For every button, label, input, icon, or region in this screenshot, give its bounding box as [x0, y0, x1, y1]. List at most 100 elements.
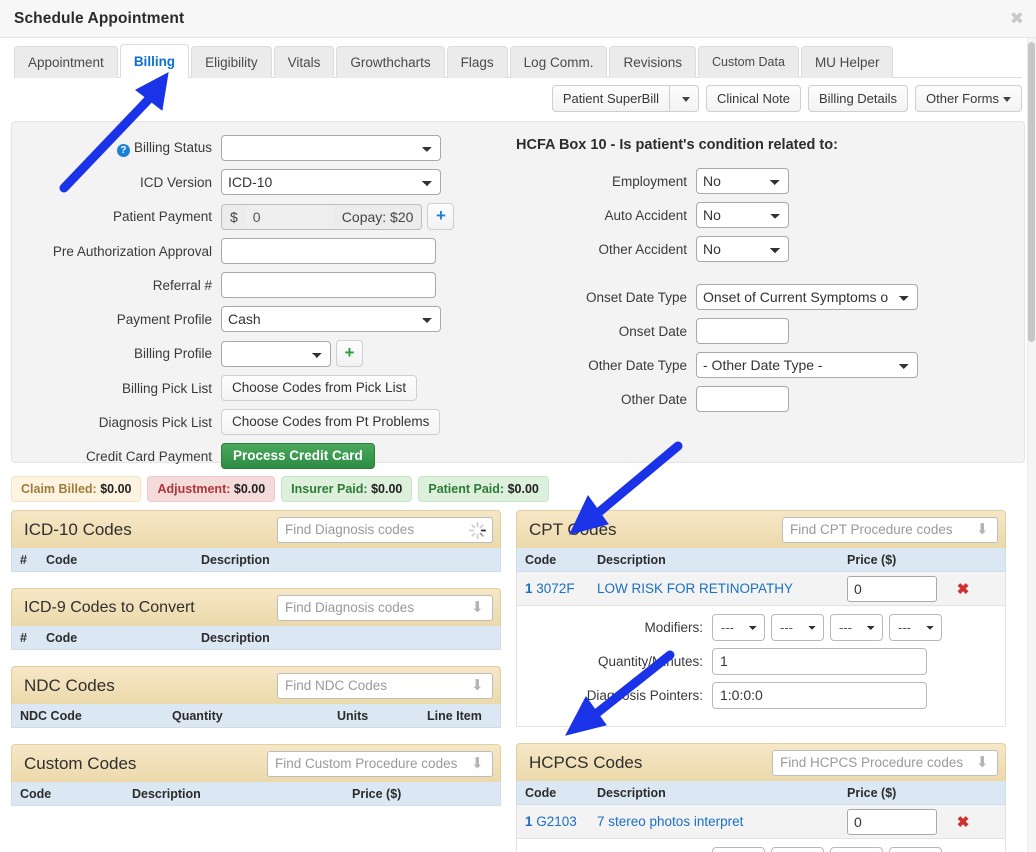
cpt-row-code[interactable]: 1 3072F [517, 581, 597, 596]
adjustment-label: Adjustment: [157, 482, 231, 496]
referral-input[interactable] [221, 272, 436, 298]
tab-billing[interactable]: Billing [119, 44, 190, 78]
superbill-dropdown-button[interactable] [669, 85, 699, 112]
tab-appointment[interactable]: Appointment [14, 46, 118, 78]
dropdown-arrow-icon: ⬇ [471, 598, 484, 616]
tab-vitals[interactable]: Vitals [273, 46, 335, 78]
tab-mu-helper[interactable]: MU Helper [800, 46, 894, 78]
dropdown-arrow-icon: ⬇ [471, 676, 484, 694]
process-credit-card-button[interactable]: Process Credit Card [221, 443, 375, 469]
hcpcs-search-input[interactable]: Find HCPCS Procedure codes [772, 749, 998, 776]
icd9-search-input[interactable]: Find Diagnosis codes [277, 594, 493, 621]
cpt-quantity-input[interactable]: 1 [712, 648, 927, 675]
tab-eligibility[interactable]: Eligibility [191, 46, 272, 78]
cpt-pointers-row: Diagnosis Pointers: 1:0:0:0 [527, 682, 995, 709]
employment-select[interactable]: No [696, 168, 789, 194]
hcpcs-modifier-1-select[interactable]: --- [712, 847, 765, 852]
icd-version-select[interactable]: ICD-10 [221, 169, 441, 195]
cpt-pointers-label: Diagnosis Pointers: [586, 688, 703, 703]
field-employment: Employment No [516, 168, 1010, 194]
cpt-row-description[interactable]: LOW RISK FOR RETINOPATHY [597, 581, 847, 596]
billing-profile-select[interactable] [221, 340, 331, 367]
cpt-modifier-1-select[interactable]: --- [712, 614, 765, 641]
cpt-modifiers-row: Modifiers: --- --- --- --- [527, 614, 995, 641]
chevron-down-icon [1003, 97, 1011, 103]
choose-codes-from-pick-list-button[interactable]: Choose Codes from Pick List [221, 375, 418, 401]
cpt-modifier-4-select[interactable]: --- [889, 614, 942, 641]
patient-paid-label: Patient Paid: [428, 482, 505, 496]
billing-status-select[interactable] [221, 135, 441, 161]
table-row[interactable]: 1 G2103 7 stereo photos interpret 0 ✖ [516, 805, 1006, 839]
tab-custom-data[interactable]: Custom Data [697, 46, 799, 78]
column-code: Code [46, 552, 78, 567]
cpt-modifier-3-select[interactable]: --- [830, 614, 883, 641]
hcpcs-price-input[interactable]: 0 [847, 808, 937, 835]
hcpcs-row-description[interactable]: 7 stereo photos interpret [597, 814, 847, 829]
credit-card-payment-label: Credit Card Payment [85, 448, 212, 464]
patient-payment-input[interactable]: 0 [245, 203, 334, 230]
hcpcs-detail-box: Modifiers: --- --- --- --- [516, 839, 1006, 852]
pre-authorization-input[interactable] [221, 238, 436, 264]
cpt-delete-icon[interactable]: ✖ [957, 581, 970, 598]
dropdown-arrow-icon: ⬇ [976, 753, 989, 771]
table-row[interactable]: 1 3072F LOW RISK FOR RETINOPATHY 0 ✖ [516, 572, 1006, 606]
tab-revisions[interactable]: Revisions [609, 46, 696, 78]
field-credit-card-payment: Credit Card Payment Process Credit Card [26, 443, 456, 469]
onset-date-type-select[interactable]: Onset of Current Symptoms o [696, 284, 918, 310]
tab-log-comm[interactable]: Log Comm. [509, 46, 608, 78]
ndc-search-input[interactable]: Find NDC Codes [277, 672, 493, 699]
panel-custom-codes: Custom Codes Find Custom Procedure codes… [11, 744, 501, 806]
cpt-table-header: Code Description Price ($) [516, 548, 1006, 572]
claim-billed-amount: $0.00 [100, 482, 132, 496]
choose-codes-from-pt-problems-button[interactable]: Choose Codes from Pt Problems [221, 409, 441, 435]
tab-flags[interactable]: Flags [446, 46, 508, 78]
payment-profile-select[interactable]: Cash [221, 306, 441, 332]
other-date-input[interactable] [696, 386, 789, 412]
diagnosis-panels-column: ICD-10 Codes Find Diagnosis codes # Code… [11, 510, 501, 852]
scrollbar-thumb[interactable] [1028, 42, 1035, 342]
tab-growthcharts[interactable]: Growthcharts [336, 46, 445, 78]
cpt-modifier-2-select[interactable]: --- [771, 614, 824, 641]
cpt-search-input[interactable]: Find CPT Procedure codes [782, 516, 998, 543]
icd10-search-input[interactable]: Find Diagnosis codes [277, 516, 493, 543]
add-billing-profile-button[interactable]: + [336, 340, 363, 367]
column-description: Description [597, 785, 666, 800]
cpt-price-input[interactable]: 0 [847, 575, 937, 602]
icd9-table-header: # Code Description [11, 626, 501, 650]
page-title: Schedule Appointment [14, 9, 185, 27]
hcpcs-row-code[interactable]: 1 G2103 [517, 814, 597, 829]
panel-icd9: ICD-9 Codes to Convert Find Diagnosis co… [11, 588, 501, 650]
custom-panel-header: Custom Codes Find Custom Procedure codes… [11, 744, 501, 782]
onset-date-input[interactable] [696, 318, 789, 344]
cpt-pointers-input[interactable]: 1:0:0:0 [712, 682, 927, 709]
referral-label: Referral # [152, 277, 212, 293]
hcpcs-modifier-3-select[interactable]: --- [830, 847, 883, 852]
icd10-search-wrap: Find Diagnosis codes [277, 516, 493, 543]
clinical-note-button[interactable]: Clinical Note [706, 85, 801, 112]
column-code: Code [525, 552, 557, 567]
billing-details-button[interactable]: Billing Details [807, 85, 909, 112]
hcpcs-modifier-2-select[interactable]: --- [771, 847, 824, 852]
patient-superbill-button[interactable]: Patient SuperBill [551, 85, 669, 112]
field-pre-authorization: Pre Authorization Approval [26, 238, 456, 264]
other-forms-button[interactable]: Other Forms [915, 85, 1022, 112]
hcpcs-row-code-text: G2103 [536, 814, 577, 829]
custom-search-input[interactable]: Find Custom Procedure codes [267, 750, 493, 777]
auto-accident-select[interactable]: No [696, 202, 789, 228]
status-badge-insurer-paid: Insurer Paid: $0.00 [281, 476, 413, 502]
vertical-scrollbar[interactable] [1027, 38, 1036, 852]
cpt-panel-header: CPT Codes Find CPT Procedure codes ⬇ [516, 510, 1006, 548]
other-date-type-select[interactable]: - Other Date Type - [696, 352, 918, 378]
add-payment-button[interactable]: + [427, 203, 455, 230]
column-code: Code [20, 786, 52, 801]
icd-version-label: ICD Version [139, 174, 212, 190]
other-accident-select[interactable]: No [696, 236, 789, 262]
hcfa-column: HCFA Box 10 - Is patient's condition rel… [456, 135, 1010, 446]
hcpcs-modifier-4-select[interactable]: --- [889, 847, 942, 852]
hcpcs-delete-icon[interactable]: ✖ [957, 814, 970, 831]
hcpcs-modifiers-row: Modifiers: --- --- --- --- [527, 847, 995, 852]
help-icon[interactable]: ? [116, 143, 130, 157]
close-icon[interactable]: ✖ [1010, 10, 1024, 27]
icd9-search-wrap: Find Diagnosis codes ⬇ [277, 594, 493, 621]
column-code: Code [525, 785, 557, 800]
